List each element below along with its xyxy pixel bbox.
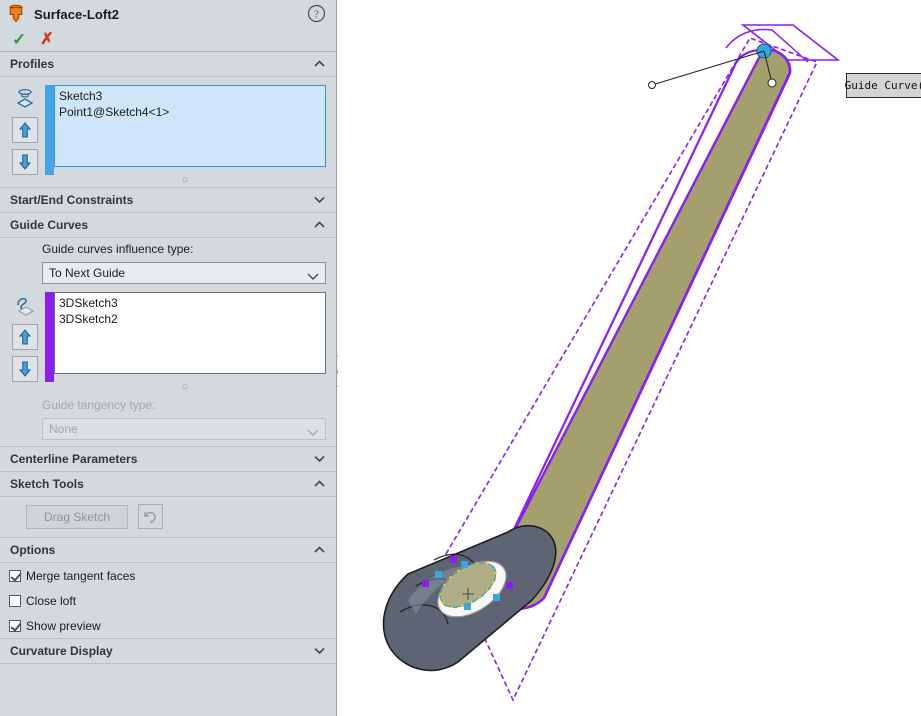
checkbox-row-close-loft[interactable]: Close loft [0,588,336,613]
chevron-up-icon[interactable] [314,60,325,67]
profiles-tools [8,85,42,175]
checkbox-label-merge-tangent-faces: Merge tangent faces [26,569,135,583]
guide-curves-selection-list[interactable]: 3DSketch3 3DSketch2 [54,292,326,374]
accept-button[interactable]: ✓ [6,31,26,48]
list-item[interactable]: 3DSketch2 [59,311,321,327]
section-body-guide-curves: Guide curves influence type: To Next Gui… [0,238,336,440]
profile-leader-anchor [768,79,776,87]
guide-curves-move-down-button[interactable] [12,356,38,382]
chevron-up-icon[interactable] [314,546,325,553]
profiles-selection-list[interactable]: Sketch3 Point1@Sketch4<1> [54,85,326,167]
help-icon[interactable]: ? [307,4,326,23]
profiles-selection-stripe [45,85,54,175]
guide-tangency-dropdown: None [42,418,326,440]
section-title-options: Options [10,543,55,557]
checkbox-label-show-preview: Show preview [26,619,101,633]
section-title-profiles: Profiles [10,57,54,71]
section-header-profiles[interactable]: Profiles [0,52,336,77]
page-title: Surface-Loft2 [34,7,119,22]
property-manager-panel: Surface-Loft2 ? ✓ ✗ Profiles [0,0,337,716]
property-manager-header: Surface-Loft2 ? [0,0,336,28]
checkbox-merge-tangent-faces[interactable] [9,570,21,582]
connector-point [422,580,429,587]
section-title-centerline-parameters: Centerline Parameters [10,452,137,466]
connector-point [506,582,513,589]
connector-point [450,556,457,563]
guide-curves-resize-grip[interactable]: ○ [34,382,336,394]
sketch-handle [464,603,471,610]
checkbox-row-show-preview[interactable]: Show preview [0,613,336,638]
chevron-down-icon[interactable] [314,196,325,203]
section-header-options[interactable]: Options [0,538,336,563]
section-body-sketch-tools: Drag Sketch [0,497,336,537]
checkbox-show-preview[interactable] [9,620,21,632]
guide-curves-move-up-button[interactable] [12,324,38,350]
drag-sketch-button: Drag Sketch [26,505,128,529]
profiles-resize-grip[interactable]: ○ [34,175,336,187]
section-header-guide-curves[interactable]: Guide Curves [0,213,336,238]
checkbox-close-loft[interactable] [9,595,21,607]
guide-influence-value: To Next Guide [49,266,307,280]
sketch-handle [435,571,442,578]
surface-loft-icon [6,4,26,24]
chevron-up-icon[interactable] [314,480,325,487]
loft-surface-preview [489,50,790,609]
profiles-select-icon [12,85,38,111]
chevron-up-icon[interactable] [314,221,325,228]
section-title-start-end-constraints: Start/End Constraints [10,193,133,207]
section-title-curvature-display: Curvature Display [10,644,113,658]
checkbox-label-close-loft: Close loft [26,594,76,608]
guide-tangency-value: None [49,422,307,436]
guide-curve-select-icon [12,292,38,318]
list-item[interactable]: 3DSketch3 [59,295,321,311]
cancel-button[interactable]: ✗ [40,32,53,48]
svg-text:?: ? [314,9,319,21]
guide-tangency-label: Guide tangency type: [0,394,336,414]
guide-curve-leader-anchor [649,82,656,89]
guide-curves-tools [8,292,42,382]
sketch-handle [461,561,468,568]
section-body-profiles: Sketch3 Point1@Sketch4<1> ○ [0,77,336,187]
3d-model-preview [338,0,921,716]
guide-curves-selection-stripe [45,292,54,382]
section-header-start-end-constraints[interactable]: Start/End Constraints [0,188,336,213]
checkbox-row-merge-tangent-faces[interactable]: Merge tangent faces [0,563,336,588]
profiles-move-down-button[interactable] [12,149,38,175]
guide-curve-callout[interactable]: Guide Curve(3DSketch3) [846,73,921,98]
property-manager-actions: ✓ ✗ [0,28,336,52]
section-header-sketch-tools[interactable]: Sketch Tools [0,472,336,497]
chevron-down-icon[interactable] [307,269,319,277]
section-header-curvature-display[interactable]: Curvature Display [0,639,336,664]
section-body-options: Merge tangent faces Close loft Show prev… [0,563,336,638]
undo-sketch-drag-icon[interactable] [138,504,163,529]
list-item[interactable]: Sketch3 [59,88,321,104]
chevron-down-icon [307,425,319,433]
section-header-centerline-parameters[interactable]: Centerline Parameters [0,447,336,472]
graphics-viewport[interactable]: Plane2@3DSketch2 Guide Curve(3DSketch3) … [338,0,921,716]
guide-influence-dropdown[interactable]: To Next Guide [42,262,326,284]
section-title-guide-curves: Guide Curves [10,218,88,232]
sketch-handle [493,594,500,601]
section-title-sketch-tools: Sketch Tools [10,477,84,491]
chevron-down-icon[interactable] [314,455,325,462]
profiles-move-up-button[interactable] [12,117,38,143]
guide-influence-label: Guide curves influence type: [0,238,336,258]
chevron-down-icon[interactable] [314,647,325,654]
list-item[interactable]: Point1@Sketch4<1> [59,104,321,120]
